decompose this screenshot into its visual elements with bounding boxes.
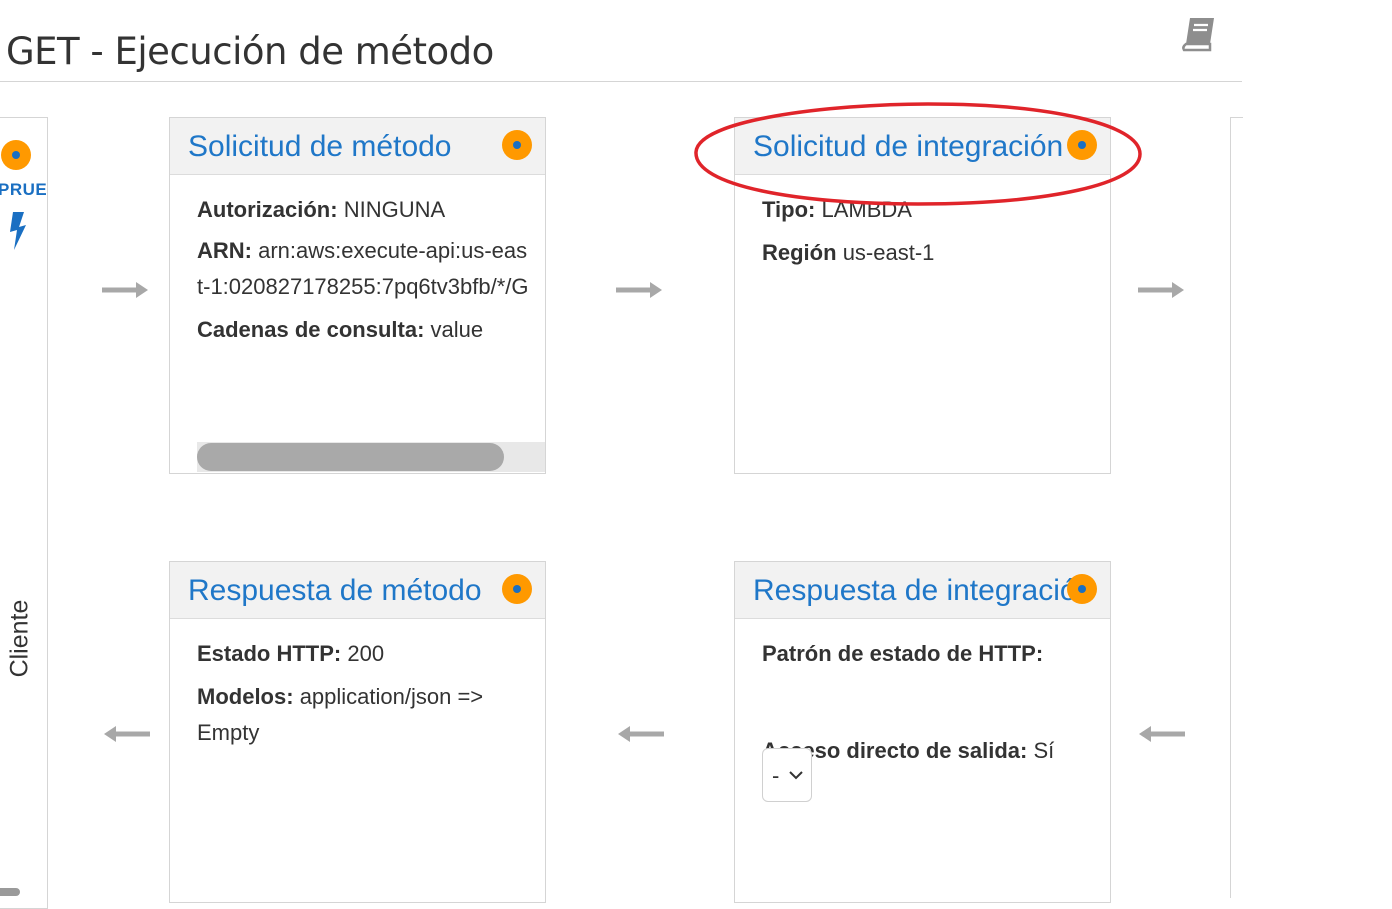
arrow-right-icon [102, 282, 148, 298]
method-request-body: Autorización: NINGUNA ARN: arn:aws:execu… [197, 192, 545, 355]
page-title: GET - Ejecución de método [6, 30, 494, 73]
arrow-left-icon [1139, 726, 1185, 742]
http-status-pattern-value: - [772, 763, 780, 788]
output-passthrough-value: Sí [1033, 738, 1055, 763]
arn-label: ARN: [197, 238, 252, 263]
client-test-link[interactable]: PRUEBA [0, 180, 46, 200]
method-request-card: Solicitud de método Autorización: NINGUN… [169, 117, 546, 474]
integration-response-header: Respuesta de integración [735, 562, 1110, 619]
docs-book-button[interactable] [1180, 14, 1220, 54]
models-label: Modelos: [197, 684, 294, 709]
annotation-ellipse [694, 102, 1142, 206]
arrow-left-icon [618, 726, 664, 742]
chevron-down-icon [789, 771, 803, 780]
title-divider [0, 81, 1242, 82]
horizontal-scroll-thumb[interactable] [197, 443, 504, 471]
http-status-pattern-select[interactable]: - [762, 748, 812, 802]
integration-response-dot-icon[interactable] [1067, 574, 1097, 604]
http-status-pattern-label: Patrón de estado de HTTP: [762, 641, 1044, 666]
lightning-icon[interactable] [4, 210, 30, 252]
method-request-link[interactable]: Solicitud de método [188, 130, 452, 164]
method-response-body: Estado HTTP: 200 Modelos: application/js… [197, 636, 545, 758]
method-response-card: Respuesta de método Estado HTTP: 200 Mod… [169, 561, 546, 903]
auth-label: Autorización: [197, 197, 338, 222]
arrow-left-icon [104, 726, 150, 742]
http-status-label: Estado HTTP: [197, 641, 342, 666]
client-label: Cliente [5, 599, 34, 678]
region-value: us-east-1 [842, 240, 935, 265]
integration-response-body: Patrón de estado de HTTP: - Acceso direc… [762, 636, 1110, 802]
method-request-dot-icon[interactable] [502, 130, 532, 160]
region-label: Región [762, 240, 837, 265]
method-response-dot-icon[interactable] [502, 574, 532, 604]
auth-value: NINGUNA [343, 197, 446, 222]
query-strings-label: Cadenas de consulta: [197, 317, 425, 342]
http-status-value: 200 [347, 641, 385, 666]
arrow-right-icon [616, 282, 662, 298]
client-test-dot-icon[interactable] [1, 140, 31, 170]
backend-panel-edge [1230, 117, 1243, 898]
book-icon [1182, 18, 1214, 52]
client-scrollbar[interactable] [0, 888, 20, 896]
integration-response-link[interactable]: Respuesta de integración [753, 574, 1093, 608]
query-strings-value: value [430, 317, 484, 342]
arrow-right-icon [1138, 282, 1184, 298]
method-request-header: Solicitud de método [170, 118, 545, 175]
method-response-link[interactable]: Respuesta de método [188, 574, 482, 608]
integration-response-card: Respuesta de integración Patrón de estad… [734, 561, 1111, 903]
method-response-header: Respuesta de método [170, 562, 545, 619]
client-panel: PRUEBA Cliente [0, 117, 48, 909]
